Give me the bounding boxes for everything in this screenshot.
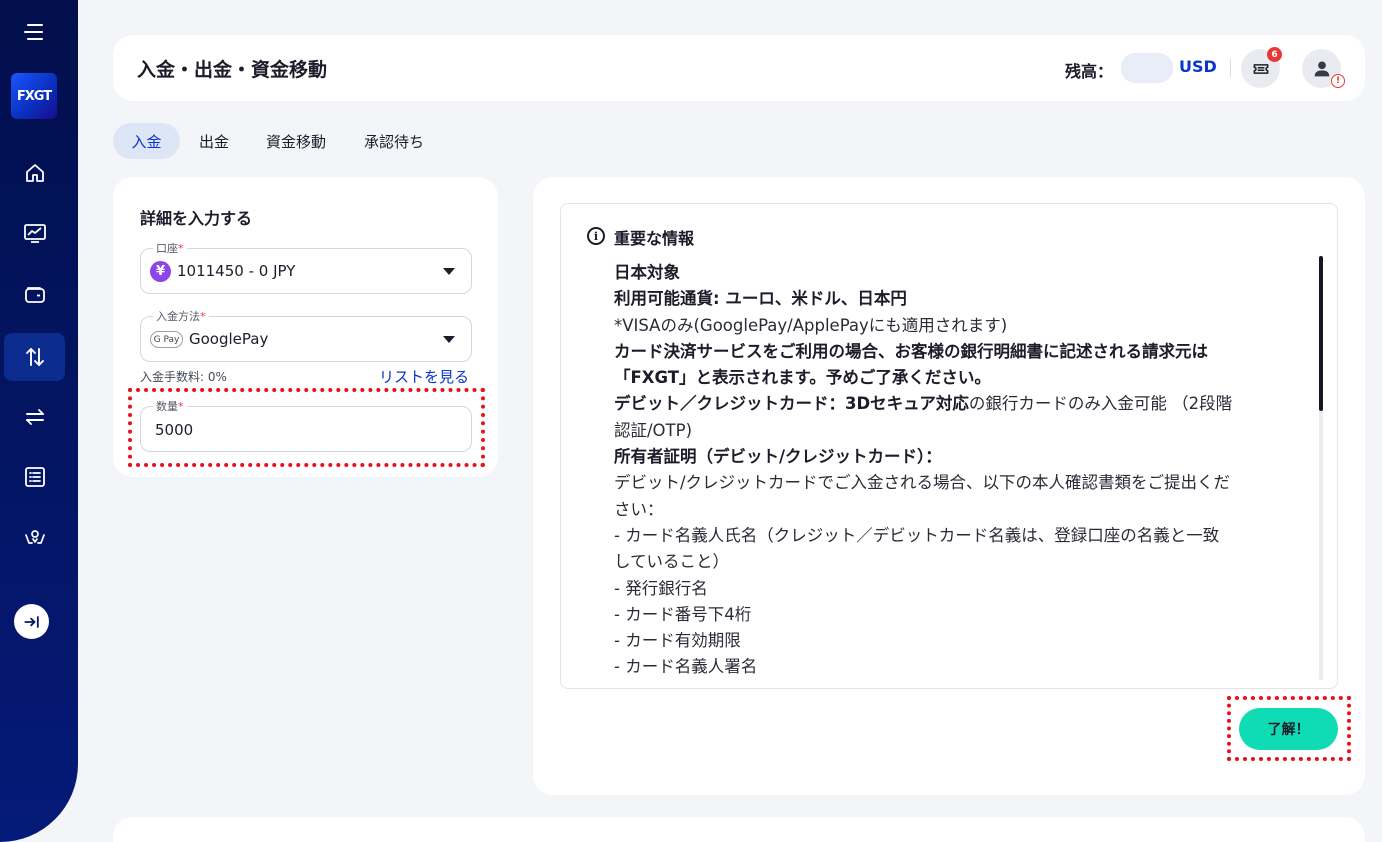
balance-label: 残高： (1065, 62, 1114, 81)
info-line: 日本対象 (614, 263, 680, 282)
info-line: *VISAのみ(GooglePay/ApplePayにも適用されます) (614, 315, 1008, 335)
info-line: - カード番号下4桁 (614, 604, 752, 624)
sidebar: FXGT (0, 0, 78, 842)
warning-icon: ! (1331, 74, 1345, 88)
deposit-method-select[interactable]: 入金方法* G Pay GooglePay (140, 308, 472, 362)
info-line: - カード有効期限 (614, 631, 741, 651)
google-pay-icon: G Pay (150, 331, 183, 348)
account-label: 口座* (153, 240, 187, 256)
amount-highlight-box (128, 388, 485, 467)
menu-icon[interactable] (22, 20, 46, 44)
important-info-panel: i 重要な情報 日本対象 利用可能通貨: ユーロ、米ドル、日本円 *VISAのみ… (560, 203, 1338, 689)
info-line: デビット／クレジットカード：3Dセキュア対応の銀行カードのみ入金可能 （2段階 (614, 394, 1233, 414)
bottom-card (113, 817, 1365, 842)
acknowledge-highlight-box (1227, 696, 1351, 761)
info-line: 利用可能通貨: ユーロ、米ドル、日本円 (614, 289, 907, 309)
fxgt-logo[interactable]: FXGT (11, 73, 57, 119)
info-line: - 発行銀行名 (614, 578, 708, 598)
info-line: さい： (614, 499, 664, 519)
scrollbar-thumb[interactable] (1319, 256, 1323, 411)
tab-pending[interactable]: 承認待ち (352, 123, 436, 159)
chart-monitor-icon[interactable] (4, 209, 65, 257)
info-line: - カード名義人署名 (614, 657, 758, 677)
balance-currency: USD (1179, 57, 1217, 76)
info-line: - カード名義人氏名（クレジット／デビットカード名義は、登録口座の名義と一致 (614, 525, 1220, 545)
swap-icon[interactable] (4, 393, 65, 441)
transfer-arrows-icon[interactable] (4, 333, 65, 381)
yen-icon: ¥ (150, 261, 171, 282)
info-line: デビット/クレジットカードでご入金される場合、以下の本人確認書類をご提出くだ (614, 473, 1231, 493)
account-value: 1011450 - 0 JPY (177, 262, 296, 280)
page-title: 入金・出金・資金移動 (137, 59, 328, 81)
balance-value-hidden (1121, 53, 1173, 83)
info-line: 認証/OTP) (614, 420, 693, 440)
bonus-icon[interactable] (4, 513, 65, 561)
header-divider (1230, 59, 1231, 77)
info-heading: 重要な情報 (614, 229, 695, 248)
form-title: 詳細を入力する (140, 209, 253, 228)
deposit-method-label: 入金方法* (153, 308, 209, 324)
chevron-down-icon (443, 268, 455, 275)
info-line: 「FXGT」と表示されます。予めご了承ください。 (614, 368, 991, 388)
account-select[interactable]: 口座* ¥ 1011450 - 0 JPY (140, 240, 472, 294)
list-icon[interactable] (4, 453, 65, 501)
info-icon: i (587, 227, 605, 245)
view-list-link[interactable]: リストを見る (379, 366, 469, 387)
deposit-fee-text: 入金手数料: 0% (140, 370, 227, 384)
chevron-down-icon (443, 336, 455, 343)
deposit-method-value: GooglePay (189, 330, 269, 348)
info-body: 日本対象 利用可能通貨: ユーロ、米ドル、日本円 *VISAのみ(GoogleP… (614, 260, 1304, 681)
info-line: していること） (614, 552, 730, 572)
expand-arrow-icon[interactable] (14, 604, 49, 639)
tab-withdrawal[interactable]: 出金 (188, 123, 240, 159)
tab-deposit[interactable]: 入金 (113, 123, 180, 159)
home-icon[interactable] (4, 149, 65, 197)
top-header: 入金・出金・資金移動 残高： USD 6 ! (113, 35, 1365, 101)
info-line: カード決済サービスをご利用の場合、お客様の銀行明細書に記述される請求元は (614, 341, 1208, 361)
notification-badge: 6 (1267, 47, 1282, 62)
info-line: 所有者証明（デビット/クレジットカード）： (614, 447, 942, 467)
wallet-icon[interactable] (4, 271, 65, 319)
tab-fund-transfer[interactable]: 資金移動 (254, 123, 338, 159)
